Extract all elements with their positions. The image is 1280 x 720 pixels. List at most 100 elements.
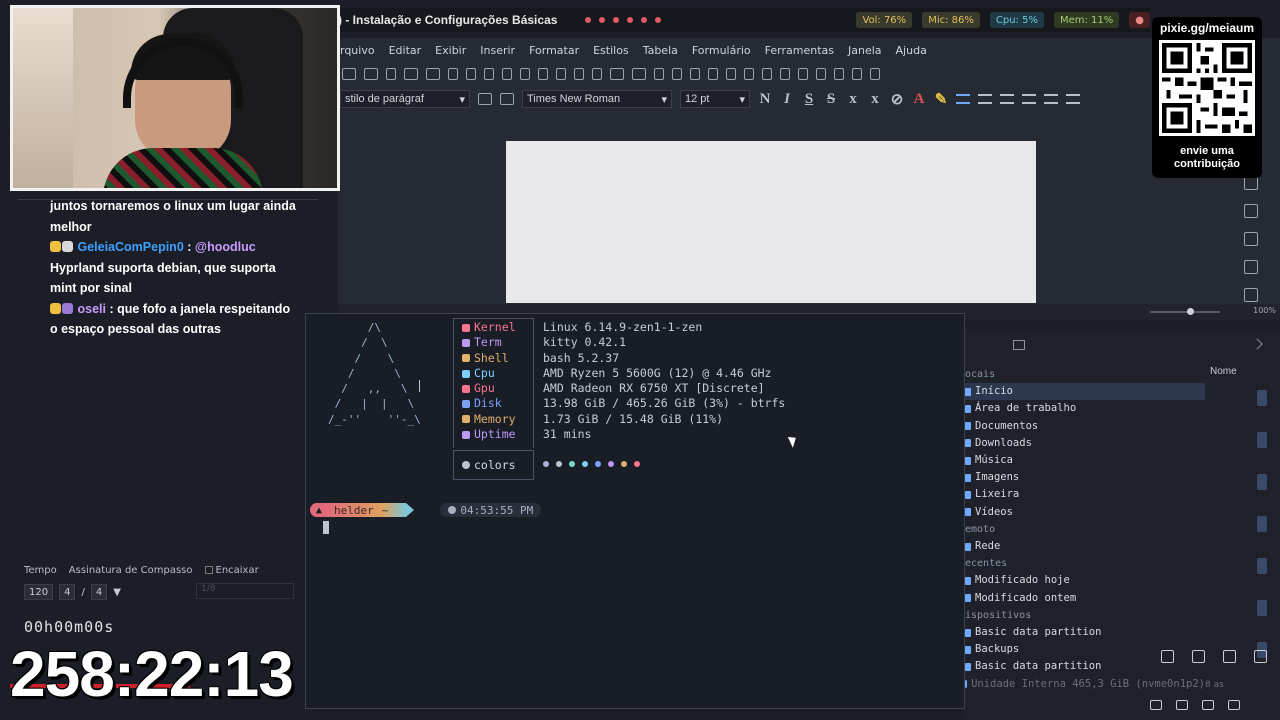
bookmark-icon[interactable] (780, 68, 790, 80)
sidebar-item[interactable]: Imagens (965, 469, 1205, 486)
workspace-dot[interactable] (613, 17, 620, 23)
zoom-slider-knob[interactable] (1187, 308, 1194, 315)
sidebar-item[interactable]: Música (965, 452, 1205, 469)
snap-toggle[interactable]: Encaixar (204, 565, 259, 576)
sidebar-item[interactable]: Unidade Interna 465,3 GiB (nvme0n1p2) (965, 676, 1205, 693)
share-icon[interactable] (1254, 650, 1267, 663)
workspace-dot[interactable] (585, 17, 592, 23)
sidebar-item[interactable]: Downloads (965, 435, 1205, 452)
spellcheck-icon[interactable] (574, 68, 584, 80)
keyboard-icon[interactable] (1176, 700, 1188, 710)
open-icon[interactable] (342, 68, 356, 80)
chat-username[interactable]: GeleiaComPepin0 (77, 240, 183, 254)
insert-chart-icon[interactable] (654, 68, 664, 80)
footnote-icon[interactable] (762, 68, 772, 80)
italic-icon[interactable]: I (780, 91, 794, 108)
workspace-indicators[interactable] (585, 17, 662, 23)
page-break-icon[interactable] (690, 68, 700, 80)
insert-textbox-icon[interactable] (672, 68, 682, 80)
sidebar-item[interactable]: Rede (965, 538, 1205, 555)
tray-icon[interactable] (1150, 700, 1162, 710)
chat-icon[interactable] (1223, 650, 1236, 663)
settings-icon[interactable] (1202, 700, 1214, 710)
workspace-dot[interactable] (641, 17, 648, 23)
document-page[interactable] (506, 141, 1036, 303)
bold-icon[interactable]: N (758, 91, 772, 108)
chat-mention[interactable]: @hoodluc (195, 240, 256, 254)
donation-url[interactable]: pixie.gg/meiaum (1152, 21, 1262, 35)
sidebar-item[interactable]: Basic data partition (965, 624, 1205, 641)
menu-exibir[interactable]: Exibir (435, 44, 466, 57)
file-thumbnail[interactable] (1257, 600, 1267, 616)
view-options-icon[interactable] (1013, 340, 1025, 350)
gallery-icon[interactable] (1244, 204, 1258, 218)
cart-icon[interactable] (1192, 650, 1205, 663)
insert-field-icon[interactable] (708, 68, 718, 80)
paste-icon[interactable] (484, 68, 494, 80)
clone-format-icon[interactable] (502, 68, 512, 80)
hyperlink-icon[interactable] (744, 68, 754, 80)
save-icon[interactable] (364, 68, 378, 80)
cut-icon[interactable] (448, 68, 458, 80)
heart-icon[interactable] (1161, 650, 1174, 663)
properties-icon[interactable] (1244, 176, 1258, 190)
clear-format-icon[interactable]: ⊘ (890, 90, 904, 109)
find-icon[interactable] (556, 68, 566, 80)
align-right-icon[interactable] (1000, 94, 1014, 104)
align-left-icon[interactable] (956, 94, 970, 104)
file-thumbnail[interactable] (1257, 558, 1267, 574)
styles-icon[interactable] (1244, 288, 1258, 302)
paragraph-style-select[interactable]: stilo de parágraf ▾ (340, 90, 470, 108)
font-size-select[interactable]: 12 pt ▾ (680, 90, 750, 108)
signature-numerator-input[interactable]: 4 (59, 584, 76, 600)
signature-denominator-input[interactable]: 4 (90, 584, 108, 600)
underline-icon[interactable]: S (802, 91, 816, 108)
sidebar-item[interactable]: Documentos (965, 418, 1205, 435)
checkbox-icon[interactable] (204, 566, 213, 574)
file-thumbnail[interactable] (1257, 474, 1267, 490)
sidebar-item[interactable]: Vídeos (965, 504, 1205, 521)
page-icon[interactable] (1244, 260, 1258, 274)
track-changes-icon[interactable] (834, 68, 844, 80)
menu-inserir[interactable]: Inserir (480, 44, 515, 57)
bpm-input[interactable]: 120 (24, 584, 54, 600)
redo-icon[interactable] (538, 68, 548, 80)
undo-icon[interactable] (520, 68, 530, 80)
menu-formulario[interactable]: Formulário (692, 44, 751, 57)
kitty-terminal[interactable]: /\ / \ / \ / \ / ,, \ / | | \ /_-'' ''-_… (305, 313, 965, 709)
zoom-slider[interactable] (1150, 311, 1220, 313)
volume-indicator[interactable]: Vol: 76% (856, 12, 913, 28)
print-icon[interactable] (404, 68, 418, 80)
workspace-dot[interactable] (655, 17, 662, 23)
insert-table-icon[interactable] (610, 68, 624, 80)
chevron-right-icon[interactable] (1251, 338, 1263, 350)
workspace-dot[interactable] (599, 17, 606, 23)
chat-username[interactable]: oseli (77, 302, 106, 316)
font-color-icon[interactable]: A (912, 91, 926, 108)
cross-reference-icon[interactable] (798, 68, 808, 80)
menu-ferramentas[interactable]: Ferramentas (765, 44, 834, 57)
sidebar-item[interactable]: Área de trabalho (965, 400, 1205, 417)
sidebar-item[interactable]: Modificado ontem (965, 590, 1205, 607)
font-name-select[interactable]: Times New Roman ▾ (522, 90, 672, 108)
menu-ajuda[interactable]: Ajuda (896, 44, 927, 57)
navigator-icon[interactable] (1244, 232, 1258, 246)
file-thumbnail[interactable] (1257, 390, 1267, 406)
menu-janela[interactable]: Janela (848, 44, 882, 57)
update-style-icon[interactable] (478, 93, 492, 105)
justify-icon[interactable] (1022, 94, 1036, 104)
menu-editar[interactable]: Editar (389, 44, 422, 57)
transport-timecode[interactable]: 00h00m00s (24, 618, 114, 636)
export-pdf-icon[interactable] (386, 68, 396, 80)
sidebar-item[interactable]: Modificado hoje (965, 572, 1205, 589)
subscript-icon[interactable]: x (868, 91, 882, 108)
sidebar-item[interactable]: Lixeira (965, 486, 1205, 503)
menu-estilos[interactable]: Estilos (593, 44, 629, 57)
formatting-marks-icon[interactable] (592, 68, 602, 80)
strikethrough-icon[interactable]: S (824, 91, 838, 108)
highlight-icon[interactable]: ✎ (934, 90, 948, 109)
zoom-level[interactable]: 100% (1253, 306, 1276, 315)
file-thumbnail[interactable] (1257, 516, 1267, 532)
bullet-list-icon[interactable] (1044, 94, 1058, 104)
power-indicator[interactable]: ● (1129, 12, 1150, 28)
